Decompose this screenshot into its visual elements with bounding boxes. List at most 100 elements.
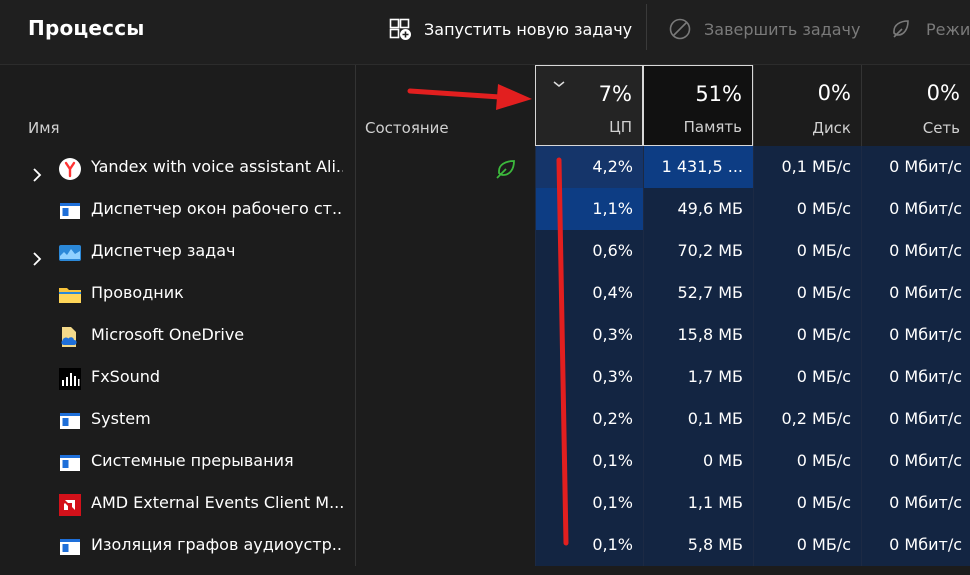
run-new-task-button[interactable]: Запустить новую задачу (388, 14, 632, 44)
memory-cell: 52,7 МБ (643, 272, 753, 314)
column-disk-label: Диск (812, 119, 851, 137)
end-task-button[interactable]: Завершить задачу (668, 14, 860, 44)
disk-cell: 0 МБ/с (753, 188, 861, 230)
cpu-cell: 0,6% (535, 230, 643, 272)
process-name: Диспетчер окон рабочего ст... (91, 199, 343, 218)
process-name-cell: Диспетчер задач (0, 230, 355, 272)
column-status-label: Состояние (365, 119, 449, 137)
column-memory-percent: 51% (695, 82, 742, 106)
table-row[interactable]: FxSound 0,3% 1,7 МБ 0 МБ/с 0 Мбит/с (0, 356, 970, 398)
column-cpu-label: ЦП (609, 118, 632, 136)
table-row[interactable]: Системные прерывания 0,1% 0 МБ 0 МБ/с 0 … (0, 440, 970, 482)
memory-cell: 70,2 МБ (643, 230, 753, 272)
page-title: Процессы (28, 16, 145, 40)
memory-cell: 5,8 МБ (643, 524, 753, 566)
efficiency-mode-button[interactable]: Режи (890, 14, 970, 44)
process-status-cell (355, 230, 535, 272)
toolbar-divider (646, 4, 647, 50)
column-name[interactable]: Имя (0, 65, 355, 146)
fxsound-icon (58, 365, 82, 390)
process-name-cell: Системные прерывания (0, 440, 355, 482)
network-cell: 0 Мбит/с (861, 314, 970, 356)
memory-cell: 1,7 МБ (643, 356, 753, 398)
table-row[interactable]: Диспетчер задач 0,6% 70,2 МБ 0 МБ/с 0 Мб… (0, 230, 970, 272)
yandex-browser-icon (58, 155, 82, 180)
chevron-right-icon[interactable] (28, 158, 46, 182)
efficiency-mode-label: Режи (926, 19, 970, 39)
table-row[interactable]: Диспетчер окон рабочего ст... 1,1% 49,6 … (0, 188, 970, 230)
process-status-cell (355, 314, 535, 356)
disk-cell: 0 МБ/с (753, 524, 861, 566)
process-name-cell: System (0, 398, 355, 440)
end-task-label: Завершить задачу (704, 19, 861, 39)
column-memory[interactable]: 51% Память (643, 65, 753, 146)
process-status-cell (355, 398, 535, 440)
column-header: Имя Состояние 7% ЦП 51% Память 0% Диск 0… (0, 65, 970, 146)
folder-icon (58, 281, 82, 305)
table-row[interactable]: Microsoft OneDrive 0,3% 15,8 МБ 0 МБ/с 0… (0, 314, 970, 356)
process-name-cell: Microsoft OneDrive (0, 314, 355, 356)
process-name-cell: AMD External Events Client M... (0, 482, 355, 524)
disk-cell: 0 МБ/с (753, 314, 861, 356)
network-cell: 0 Мбит/с (861, 146, 970, 188)
column-memory-label: Память (683, 118, 742, 136)
process-status-cell (355, 188, 535, 230)
task-manager-icon (58, 239, 82, 263)
column-disk[interactable]: 0% Диск (753, 65, 861, 146)
table-row[interactable]: AMD External Events Client M... 0,1% 1,1… (0, 482, 970, 524)
leaf-icon (890, 17, 914, 41)
cpu-cell: 1,1% (535, 188, 643, 230)
network-cell: 0 Мбит/с (861, 230, 970, 272)
process-name-cell: Изоляция графов аудиоустр... (0, 524, 355, 566)
table-row[interactable]: Yandex with voice assistant Ali... 4,2% … (0, 146, 970, 188)
column-disk-percent: 0% (817, 81, 851, 105)
process-list: Yandex with voice assistant Ali... 4,2% … (0, 146, 970, 566)
disk-cell: 0,2 МБ/с (753, 398, 861, 440)
column-network-label: Сеть (922, 119, 960, 137)
column-network[interactable]: 0% Сеть (861, 65, 970, 146)
cpu-cell: 0,1% (535, 524, 643, 566)
prohibited-icon (668, 17, 692, 41)
disk-cell: 0 МБ/с (753, 272, 861, 314)
table-row[interactable]: Изоляция графов аудиоустр... 0,1% 5,8 МБ… (0, 524, 970, 566)
process-name: Yandex with voice assistant Ali... (91, 157, 343, 176)
process-name: FxSound (91, 367, 161, 386)
process-status-cell (355, 524, 535, 566)
process-name: System (91, 409, 151, 428)
process-name: AMD External Events Client M... (91, 493, 343, 512)
column-status[interactable]: Состояние (355, 65, 535, 146)
process-name: Проводник (91, 283, 184, 302)
process-status-cell (355, 356, 535, 398)
run-new-task-label: Запустить новую задачу (424, 19, 633, 39)
disk-cell: 0,1 МБ/с (753, 146, 861, 188)
memory-cell: 1,1 МБ (643, 482, 753, 524)
column-cpu-percent: 7% (598, 82, 632, 106)
sort-chevron-down-icon (552, 74, 566, 93)
memory-cell: 0,1 МБ (643, 398, 753, 440)
cpu-cell: 0,3% (535, 356, 643, 398)
disk-cell: 0 МБ/с (753, 482, 861, 524)
toolbar: Процессы Запустить новую задачу Завершит… (0, 0, 970, 65)
network-cell: 0 Мбит/с (861, 524, 970, 566)
memory-cell: 49,6 МБ (643, 188, 753, 230)
cpu-cell: 4,2% (535, 146, 643, 188)
column-name-label: Имя (28, 119, 60, 137)
disk-cell: 0 МБ/с (753, 440, 861, 482)
process-name-cell: Проводник (0, 272, 355, 314)
app-window-icon (58, 533, 82, 557)
memory-cell: 0 МБ (643, 440, 753, 482)
column-cpu[interactable]: 7% ЦП (535, 65, 643, 146)
table-row[interactable]: Проводник 0,4% 52,7 МБ 0 МБ/с 0 Мбит/с (0, 272, 970, 314)
onedrive-icon (58, 323, 82, 347)
process-name: Диспетчер задач (91, 241, 236, 260)
process-status-cell (355, 440, 535, 482)
table-row[interactable]: System 0,2% 0,1 МБ 0,2 МБ/с 0 Мбит/с (0, 398, 970, 440)
chevron-right-icon[interactable] (28, 242, 46, 266)
process-status-cell (355, 482, 535, 524)
app-window-icon (58, 449, 82, 473)
network-cell: 0 Мбит/с (861, 482, 970, 524)
new-task-icon (388, 17, 412, 41)
network-cell: 0 Мбит/с (861, 440, 970, 482)
cpu-cell: 0,4% (535, 272, 643, 314)
disk-cell: 0 МБ/с (753, 356, 861, 398)
